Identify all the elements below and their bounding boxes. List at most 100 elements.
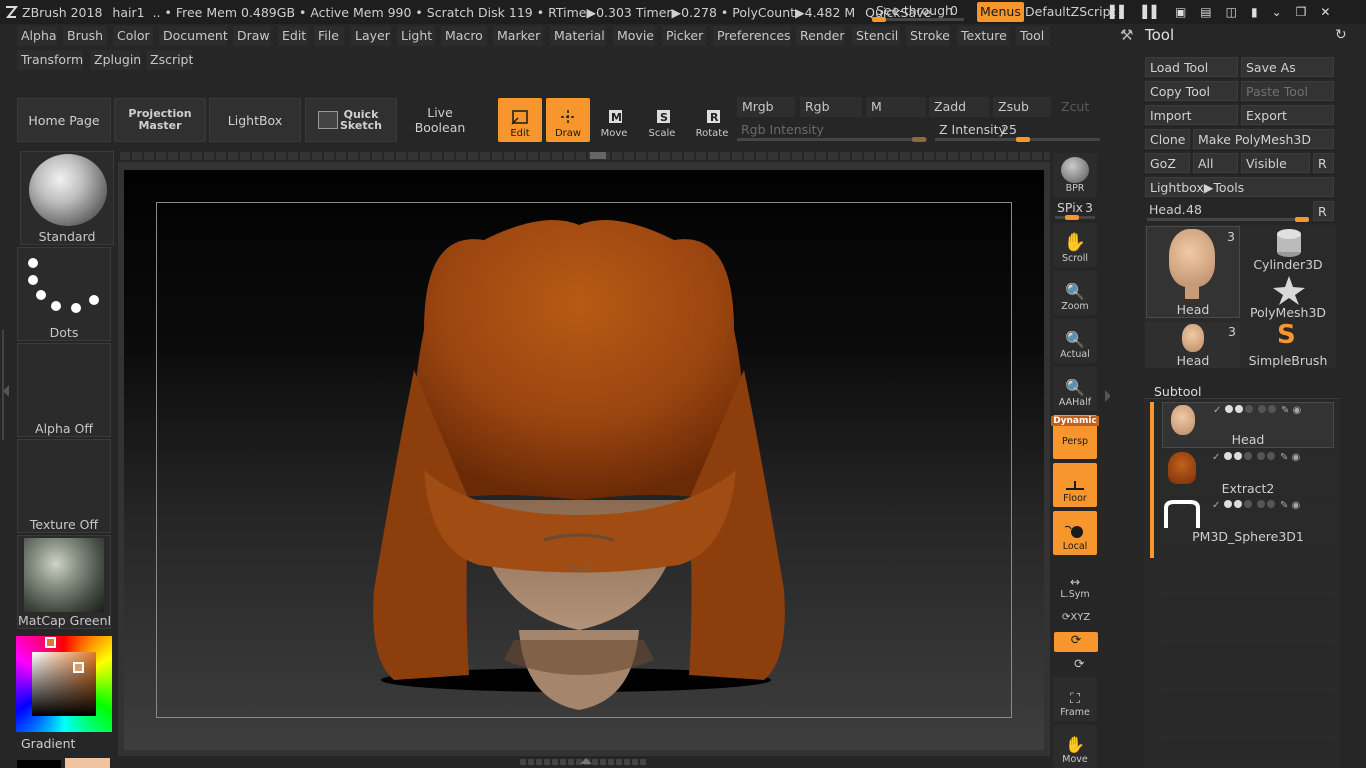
home-page-button[interactable]: Home Page [17, 98, 111, 142]
export-button[interactable]: Export [1241, 105, 1334, 125]
scale-mode-button[interactable]: S Scale [640, 98, 684, 142]
menu-preferences[interactable]: Preferences [713, 26, 791, 46]
zadd-button[interactable]: Zadd [929, 97, 989, 117]
lightbox-button[interactable]: LightBox [209, 98, 301, 142]
lightbox-tools-button[interactable]: Lightbox▶Tools [1145, 177, 1334, 197]
secondary-color-swatch[interactable] [17, 760, 61, 768]
local-button[interactable]: Local [1053, 511, 1097, 555]
close-icon[interactable]: ✕ [1320, 5, 1330, 19]
eye-icon[interactable]: ◉ [1292, 500, 1301, 511]
color-marker[interactable] [73, 662, 84, 673]
menu-file[interactable]: File [314, 26, 344, 46]
layout-2-icon[interactable]: ▌▌ [1142, 5, 1160, 19]
subtool-controls[interactable]: ✓ ✎ ◉ [1213, 405, 1301, 416]
rgb-intensity-slider[interactable]: Rgb Intensity [737, 121, 927, 142]
left-tray-arrow-icon[interactable] [3, 385, 9, 397]
menu-alpha[interactable]: Alpha [17, 26, 57, 46]
menu-picker[interactable]: Picker [662, 26, 706, 46]
menu-light[interactable]: Light [397, 26, 435, 46]
menu-layer[interactable]: Layer [351, 26, 391, 46]
menu-stroke[interactable]: Stroke [906, 26, 950, 46]
visibility-toggle-icon[interactable]: ✓ [1212, 452, 1220, 463]
color-saturation-square[interactable] [32, 652, 96, 716]
tool-thumb-cylinder[interactable]: Cylinder3D [1241, 226, 1335, 272]
brush-toggle-icon[interactable]: ✎ [1281, 405, 1289, 416]
make-polymesh-button[interactable]: Make PolyMesh3D [1193, 129, 1334, 149]
draw-mode-button[interactable]: Draw [546, 98, 590, 142]
menus-toggle[interactable]: Menus [977, 2, 1024, 22]
rotate-mode-button[interactable]: R Rotate [690, 98, 734, 142]
visibility-toggle-icon[interactable]: ✓ [1213, 405, 1221, 416]
subtool-row[interactable]: ✓ ✎ ◉ Head [1162, 402, 1334, 448]
rgb-button[interactable]: Rgb [800, 97, 862, 117]
eye-icon[interactable]: ◉ [1292, 452, 1301, 463]
menu-render[interactable]: Render [796, 26, 845, 46]
layout-5-icon[interactable]: ◫ [1226, 5, 1237, 19]
tool-thumb-simplebrush[interactable]: S SimpleBrush [1241, 320, 1335, 368]
goz-r-button[interactable]: R [1313, 153, 1334, 173]
menu-macro[interactable]: Macro [441, 26, 487, 46]
head-slider[interactable]: Head. 48 [1145, 201, 1310, 223]
xyz-rotate-button[interactable]: ⟳XYZ [1062, 612, 1090, 623]
lock-icon[interactable]: ▮ [1251, 5, 1258, 19]
edit-mode-button[interactable]: Edit [498, 98, 542, 142]
subtool-row[interactable]: ✓ ✎ ◉ PM3D_Sphere3D1 [1162, 498, 1334, 544]
layout-1-icon[interactable]: ▌▌ [1110, 5, 1128, 19]
restore-icon[interactable]: ❐ [1296, 5, 1307, 19]
top-scroll-thumb[interactable] [590, 152, 606, 159]
zsub-button[interactable]: Zsub [993, 97, 1051, 117]
menu-stencil[interactable]: Stencil [852, 26, 900, 46]
layout-3-icon[interactable]: ▣ [1175, 5, 1186, 19]
y-rotate-button[interactable]: ⟳ [1054, 632, 1098, 652]
mrgb-button[interactable]: Mrgb [737, 97, 795, 117]
menu-texture[interactable]: Texture [957, 26, 1009, 46]
import-button[interactable]: Import [1145, 105, 1238, 125]
tool-thumb-head-large[interactable]: 3 Head [1146, 226, 1240, 318]
head-r-button[interactable]: R [1313, 201, 1334, 221]
m-button[interactable]: M [866, 97, 926, 117]
gradient-label[interactable]: Gradient [21, 736, 75, 751]
goz-button[interactable]: GoZ [1145, 153, 1190, 173]
menu-edit[interactable]: Edit [278, 26, 308, 46]
see-through-slider[interactable]: See-through 0 [868, 2, 972, 22]
brush-toggle-icon[interactable]: ✎ [1280, 500, 1288, 511]
menu-zscript[interactable]: Zscript [146, 50, 193, 70]
alpha-thumbnail[interactable]: Alpha Off [17, 343, 111, 437]
top-scrollbar[interactable] [120, 152, 1050, 160]
menu-marker[interactable]: Marker [493, 26, 543, 46]
tool-thumb-polymesh[interactable]: PolyMesh3D [1241, 274, 1335, 320]
projection-master-button[interactable]: Projection Master [114, 98, 206, 142]
load-tool-button[interactable]: Load Tool [1145, 57, 1238, 77]
clone-button[interactable]: Clone [1145, 129, 1190, 149]
z-intensity-slider[interactable]: Z Intensity 25 [935, 121, 1100, 142]
zoom-button[interactable]: 🔍 Zoom [1053, 271, 1097, 315]
copy-tool-button[interactable]: Copy Tool [1145, 81, 1238, 101]
z-rotate-button[interactable]: ⟳ [1074, 656, 1084, 671]
menu-document[interactable]: Document [159, 26, 228, 46]
menu-movie[interactable]: Movie [613, 26, 655, 46]
menu-brush[interactable]: Brush [63, 26, 107, 46]
zcut-button[interactable]: Zcut [1056, 97, 1100, 117]
subtool-scrollbar[interactable] [1150, 402, 1154, 558]
bpr-button[interactable]: BPR [1053, 153, 1097, 197]
menu-draw[interactable]: Draw [233, 26, 271, 46]
main-color-swatch[interactable] [65, 758, 110, 768]
menu-transform[interactable]: Transform [17, 50, 83, 70]
brush-thumbnail[interactable]: Standard [20, 151, 114, 245]
persp-button[interactable]: Dynamic Persp [1051, 415, 1099, 459]
menu-color[interactable]: Color [113, 26, 153, 46]
aahalf-button[interactable]: 🔍 AAHalf [1053, 367, 1097, 411]
tool-thumb-head-small[interactable]: 3 Head [1146, 322, 1240, 368]
hair-model[interactable] [124, 170, 1044, 750]
save-as-button[interactable]: Save As [1241, 57, 1334, 77]
lsym-button[interactable]: ↔ L.Sym [1053, 559, 1097, 603]
quick-sketch-button[interactable]: Quick Sketch [305, 98, 397, 142]
floor-button[interactable]: Floor [1053, 463, 1097, 507]
move-mode-button[interactable]: M Move [592, 98, 636, 142]
refresh-icon[interactable]: ↻ [1335, 27, 1347, 43]
color-picker[interactable] [16, 636, 112, 732]
paste-tool-button[interactable]: Paste Tool [1241, 81, 1334, 101]
actual-button[interactable]: 🔍 Actual [1053, 319, 1097, 363]
goz-visible-button[interactable]: Visible [1241, 153, 1310, 173]
menu-tool[interactable]: Tool [1016, 26, 1050, 46]
